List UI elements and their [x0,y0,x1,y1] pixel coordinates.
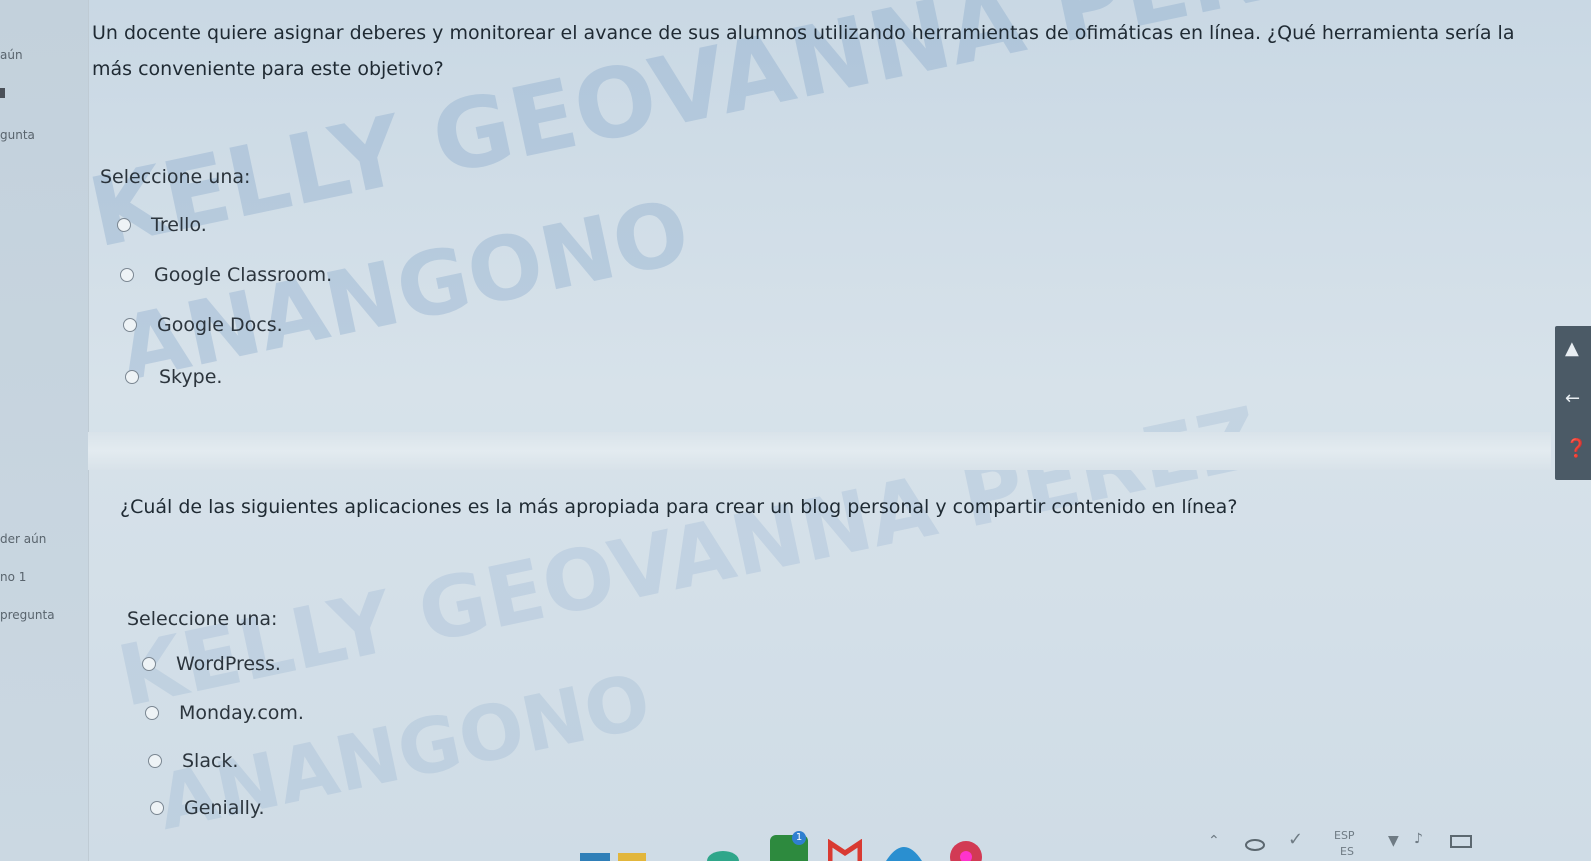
option-trello[interactable]: Trello. [117,214,207,236]
wifi-icon[interactable]: ▼ [1388,833,1399,849]
info-text: aún [0,48,23,62]
radio-button[interactable] [123,318,137,332]
option-label: WordPress. [176,653,281,675]
back-arrow-icon[interactable]: ← [1565,388,1580,409]
question-text: ¿Cuál de las siguientes aplicaciones es … [120,496,1238,518]
pen-icon[interactable]: ✓ [1288,829,1303,850]
radio-button[interactable] [142,657,156,671]
taskbar-app-icon[interactable] [580,841,650,861]
option-google-docs[interactable]: Google Docs. [123,314,283,336]
option-label: Skype. [159,366,223,388]
radio-button[interactable] [125,370,139,384]
question-info-column: aún gunta der aún no 1 pregunta [0,0,89,861]
language-indicator[interactable]: ESP [1334,829,1355,842]
info-marker [0,88,5,98]
taskbar-app-icon[interactable] [884,839,924,861]
option-label: Trello. [151,214,207,236]
question-text: más conveniente para este objetivo? [92,58,444,80]
option-label: Google Classroom. [154,264,333,286]
select-one-label: Seleccione una: [127,608,278,630]
battery-icon[interactable] [1450,835,1472,848]
option-monday[interactable]: Monday.com. [145,702,304,724]
option-google-classroom[interactable]: Google Classroom. [120,264,332,286]
radio-button[interactable] [120,268,134,282]
question-text: Un docente quiere asignar deberes y moni… [92,22,1515,44]
taskbar-app-icon[interactable] [706,841,740,861]
chevron-up-icon[interactable]: ⌃ [1208,833,1220,849]
taskbar-app-icon[interactable]: 1 [770,831,808,861]
option-genially[interactable]: Genially. [150,797,265,819]
taskbar-app-icon[interactable] [948,835,984,861]
option-label: Genially. [184,797,265,819]
option-label: Google Docs. [157,314,283,336]
question-divider [88,432,1551,470]
option-wordpress[interactable]: WordPress. [142,653,281,675]
option-label: Monday.com. [179,702,304,724]
option-skype[interactable]: Skype. [125,366,222,388]
side-toolbar: ▲ ← ❓ [1555,326,1591,480]
option-slack[interactable]: Slack. [148,750,238,772]
taskbar: 1 ⌃ ✓ ESP ES ▼ ♪ [0,825,1591,861]
option-label: Slack. [182,750,239,772]
radio-button[interactable] [145,706,159,720]
info-text: pregunta [0,608,55,622]
info-text: der aún [0,532,47,546]
radio-button[interactable] [148,754,162,768]
language-indicator[interactable]: ES [1340,845,1354,858]
select-one-label: Seleccione una: [100,166,251,188]
notification-badge: 1 [792,831,806,845]
info-text: gunta [0,128,35,142]
radio-button[interactable] [117,218,131,232]
volume-icon[interactable]: ♪ [1414,831,1423,847]
radio-button[interactable] [150,801,164,815]
pin-icon[interactable]: ▲ [1565,338,1579,359]
gmail-icon[interactable] [828,839,862,861]
info-text: no 1 [0,570,27,584]
cloud-icon[interactable] [1244,835,1266,851]
help-icon[interactable]: ❓ [1565,438,1587,459]
